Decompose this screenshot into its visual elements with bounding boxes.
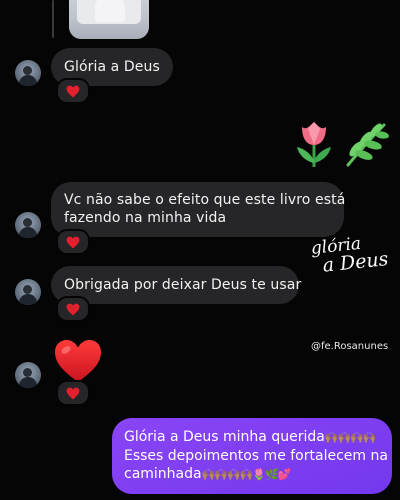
message-text-line: caminhada🙌🏽🙌🏽🙌🏽🙌🏽🌷🌿💕 bbox=[124, 465, 380, 484]
message-bubble-outgoing[interactable]: Glória a Deus minha querida🙌🏽🙌🏽🙌🏽🙌🏽 Esse… bbox=[112, 418, 392, 494]
avatar-head bbox=[23, 285, 32, 294]
message-bubble-incoming[interactable]: Obrigada por deixar Deus te usar bbox=[51, 266, 302, 304]
heart-emoji-message[interactable] bbox=[53, 338, 103, 384]
reply-indicator-bar bbox=[52, 0, 54, 38]
avatar-head bbox=[23, 218, 32, 227]
avatar-head bbox=[23, 368, 32, 377]
message-text-line: fazendo na minha vida bbox=[64, 210, 227, 226]
heart-reaction-badge[interactable] bbox=[56, 78, 90, 104]
leaf-icon bbox=[346, 123, 389, 167]
message-bubble-incoming[interactable]: Vc não sabe o efeito que este livro está… bbox=[51, 182, 346, 237]
avatar-body bbox=[19, 377, 37, 388]
message-text: caminhada bbox=[124, 466, 202, 482]
thumbnail-figure bbox=[95, 0, 125, 22]
raised-hands-emoji: 🙌🏽🙌🏽🙌🏽🙌🏽 bbox=[324, 431, 377, 444]
avatar-body bbox=[19, 75, 37, 86]
message-text: Obrigada por deixar Deus te usar bbox=[64, 277, 302, 293]
contact-avatar[interactable] bbox=[15, 362, 41, 388]
heart-reaction-badge[interactable] bbox=[56, 229, 90, 255]
message-text: Glória a Deus bbox=[64, 59, 160, 75]
contact-avatar[interactable] bbox=[15, 60, 41, 86]
emoji-sequence: 🙌🏽🙌🏽🙌🏽🙌🏽🌷🌿💕 bbox=[201, 468, 292, 481]
chat-screen: Glória a Deus Vc não sabe o efeito que e… bbox=[0, 0, 400, 500]
heart-icon bbox=[66, 236, 80, 248]
heart-reaction-badge[interactable] bbox=[56, 296, 90, 322]
avatar-body bbox=[19, 294, 37, 305]
gloria-a-deus-overlay: glória a Deus bbox=[310, 231, 399, 277]
avatar-head bbox=[23, 66, 32, 75]
heart-icon bbox=[66, 387, 80, 399]
heart-icon bbox=[66, 85, 80, 97]
avatar-body bbox=[19, 227, 37, 238]
contact-avatar[interactable] bbox=[15, 279, 41, 305]
replied-photo-thumbnail[interactable] bbox=[69, 0, 149, 39]
contact-avatar[interactable] bbox=[15, 212, 41, 238]
message-text-line: Vc não sabe o efeito que este livro está bbox=[64, 192, 346, 208]
instagram-handle: @fe.Rosanunes bbox=[311, 341, 388, 352]
handle-text: @fe.Rosanunes bbox=[311, 341, 389, 352]
message-text: Glória a Deus minha querida bbox=[124, 429, 325, 445]
message-text-line: Glória a Deus minha querida🙌🏽🙌🏽🙌🏽🙌🏽 bbox=[124, 428, 380, 447]
heart-icon bbox=[66, 303, 80, 315]
message-text-line: Esses depoimentos me fortalecem na bbox=[124, 448, 388, 464]
tulip-icon bbox=[297, 122, 331, 167]
heart-reaction-badge[interactable] bbox=[56, 380, 90, 406]
